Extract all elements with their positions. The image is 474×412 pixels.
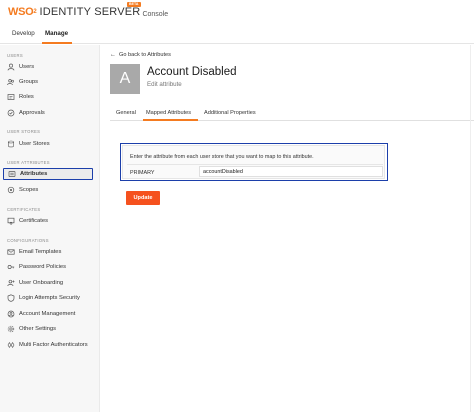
shield-icon xyxy=(7,294,15,302)
section-title-certificates: CERTIFICATES xyxy=(7,207,41,212)
logo-product-name: IDENTITY SERVER xyxy=(39,6,141,18)
logo-wso: WSO xyxy=(8,6,34,18)
page-title: Account Disabled xyxy=(147,66,237,78)
tab-mapped-attributes-indicator xyxy=(143,119,198,121)
onboarding-icon xyxy=(7,279,15,287)
sidebar-item-label: Multi Factor Authenticators xyxy=(19,342,88,348)
section-title-users: USERS xyxy=(7,53,23,58)
sidebar-item-user-stores[interactable]: User Stores xyxy=(3,138,93,150)
sidebar-item-label: Roles xyxy=(19,94,34,100)
section-title-user-attributes: USER ATTRIBUTES xyxy=(7,160,50,165)
page-subtitle: Edit attribute xyxy=(147,81,182,88)
tab-mapped-attributes[interactable]: Mapped Attributes xyxy=(146,110,191,116)
sidebar-item-login-attempts-security[interactable]: Login Attempts Security xyxy=(3,292,93,304)
sidebar-item-label: Groups xyxy=(19,79,39,85)
divider xyxy=(127,164,383,165)
logo-two: 2 xyxy=(33,9,37,15)
email-icon xyxy=(7,248,15,256)
tab-additional-properties[interactable]: Additional Properties xyxy=(204,110,256,116)
sidebar-item-scopes[interactable]: Scopes xyxy=(3,184,93,196)
tab-general[interactable]: General xyxy=(116,110,136,116)
sidebar-item-users[interactable]: Users xyxy=(3,61,93,73)
account-management-icon xyxy=(7,310,15,318)
sidebar-item-account-management[interactable]: Account Management xyxy=(3,308,93,320)
sidebar-item-label: Other Settings xyxy=(19,326,57,332)
sidebar-item-email-templates[interactable]: Email Templates xyxy=(3,246,93,258)
sidebar-item-label: Password Policies xyxy=(19,264,67,270)
back-link-label: Go back to Attributes xyxy=(119,52,171,58)
sidebar-item-label: User Onboarding xyxy=(19,280,64,286)
sidebar-item-other-settings[interactable]: Other Settings xyxy=(3,323,93,335)
attribute-avatar: A xyxy=(110,64,140,94)
attributes-icon xyxy=(8,170,16,178)
beta-badge: BETA xyxy=(127,2,141,7)
sidebar-item-approvals[interactable]: Approvals xyxy=(3,107,93,119)
gear-icon xyxy=(7,325,15,333)
approvals-icon xyxy=(7,109,15,117)
sidebar-item-password-policies[interactable]: Password Policies xyxy=(3,261,93,273)
mapped-attributes-panel: Enter the attribute from each user store… xyxy=(120,143,388,181)
mapping-table: Enter the attribute from each user store… xyxy=(122,145,385,179)
sidebar: USERS Users Groups Roles Approvals USER … xyxy=(0,45,100,412)
logo-console: Console xyxy=(142,11,169,18)
groups-icon xyxy=(7,78,15,86)
mapped-attribute-input[interactable] xyxy=(199,166,383,177)
sidebar-item-label: Account Management xyxy=(19,311,76,317)
back-to-attributes-link[interactable]: ← Go back to Attributes xyxy=(110,52,171,58)
product-logo[interactable]: WSO 2 IDENTITY SERVER Console xyxy=(8,4,168,20)
update-button[interactable]: Update xyxy=(126,191,160,205)
tab-manage-indicator xyxy=(42,42,72,44)
sidebar-item-label: Login Attempts Security xyxy=(19,295,80,301)
sidebar-item-label: Email Templates xyxy=(19,249,62,255)
sidebar-item-groups[interactable]: Groups xyxy=(3,76,93,88)
sidebar-item-attributes[interactable]: Attributes xyxy=(3,168,93,180)
scopes-icon xyxy=(7,186,15,194)
user-store-label: PRIMARY xyxy=(130,170,155,176)
sidebar-item-label: Scopes xyxy=(19,187,39,193)
arrow-left-icon: ← xyxy=(110,52,116,58)
sidebar-item-certificates[interactable]: Certificates xyxy=(3,215,93,227)
database-icon xyxy=(7,140,15,148)
mfa-icon xyxy=(7,341,15,349)
user-icon xyxy=(7,63,15,71)
sidebar-item-label: Approvals xyxy=(19,110,45,116)
section-title-user-stores: USER STORES xyxy=(7,129,41,134)
certificate-icon xyxy=(7,217,15,225)
section-title-configurations: CONFIGURATIONS xyxy=(7,238,49,243)
sidebar-item-label: User Stores xyxy=(19,141,50,147)
mapping-description: Enter the attribute from each user store… xyxy=(130,154,314,160)
sidebar-item-multi-factor-authenticators[interactable]: Multi Factor Authenticators xyxy=(3,339,93,351)
key-icon xyxy=(7,263,15,271)
content-scrollbar[interactable] xyxy=(470,45,471,412)
sidebar-item-roles[interactable]: Roles xyxy=(3,91,93,103)
sidebar-item-label: Users xyxy=(19,64,35,70)
tab-develop[interactable]: Develop xyxy=(12,30,35,37)
sidebar-item-label: Attributes xyxy=(20,171,48,177)
sidebar-item-label: Certificates xyxy=(19,218,48,224)
top-header: WSO 2 IDENTITY SERVER Console BETA xyxy=(0,0,474,24)
roles-icon xyxy=(7,93,15,101)
main-nav-tabs: Develop Manage xyxy=(0,24,474,44)
tab-manage[interactable]: Manage xyxy=(45,30,68,37)
sidebar-item-user-onboarding[interactable]: User Onboarding xyxy=(3,277,93,289)
